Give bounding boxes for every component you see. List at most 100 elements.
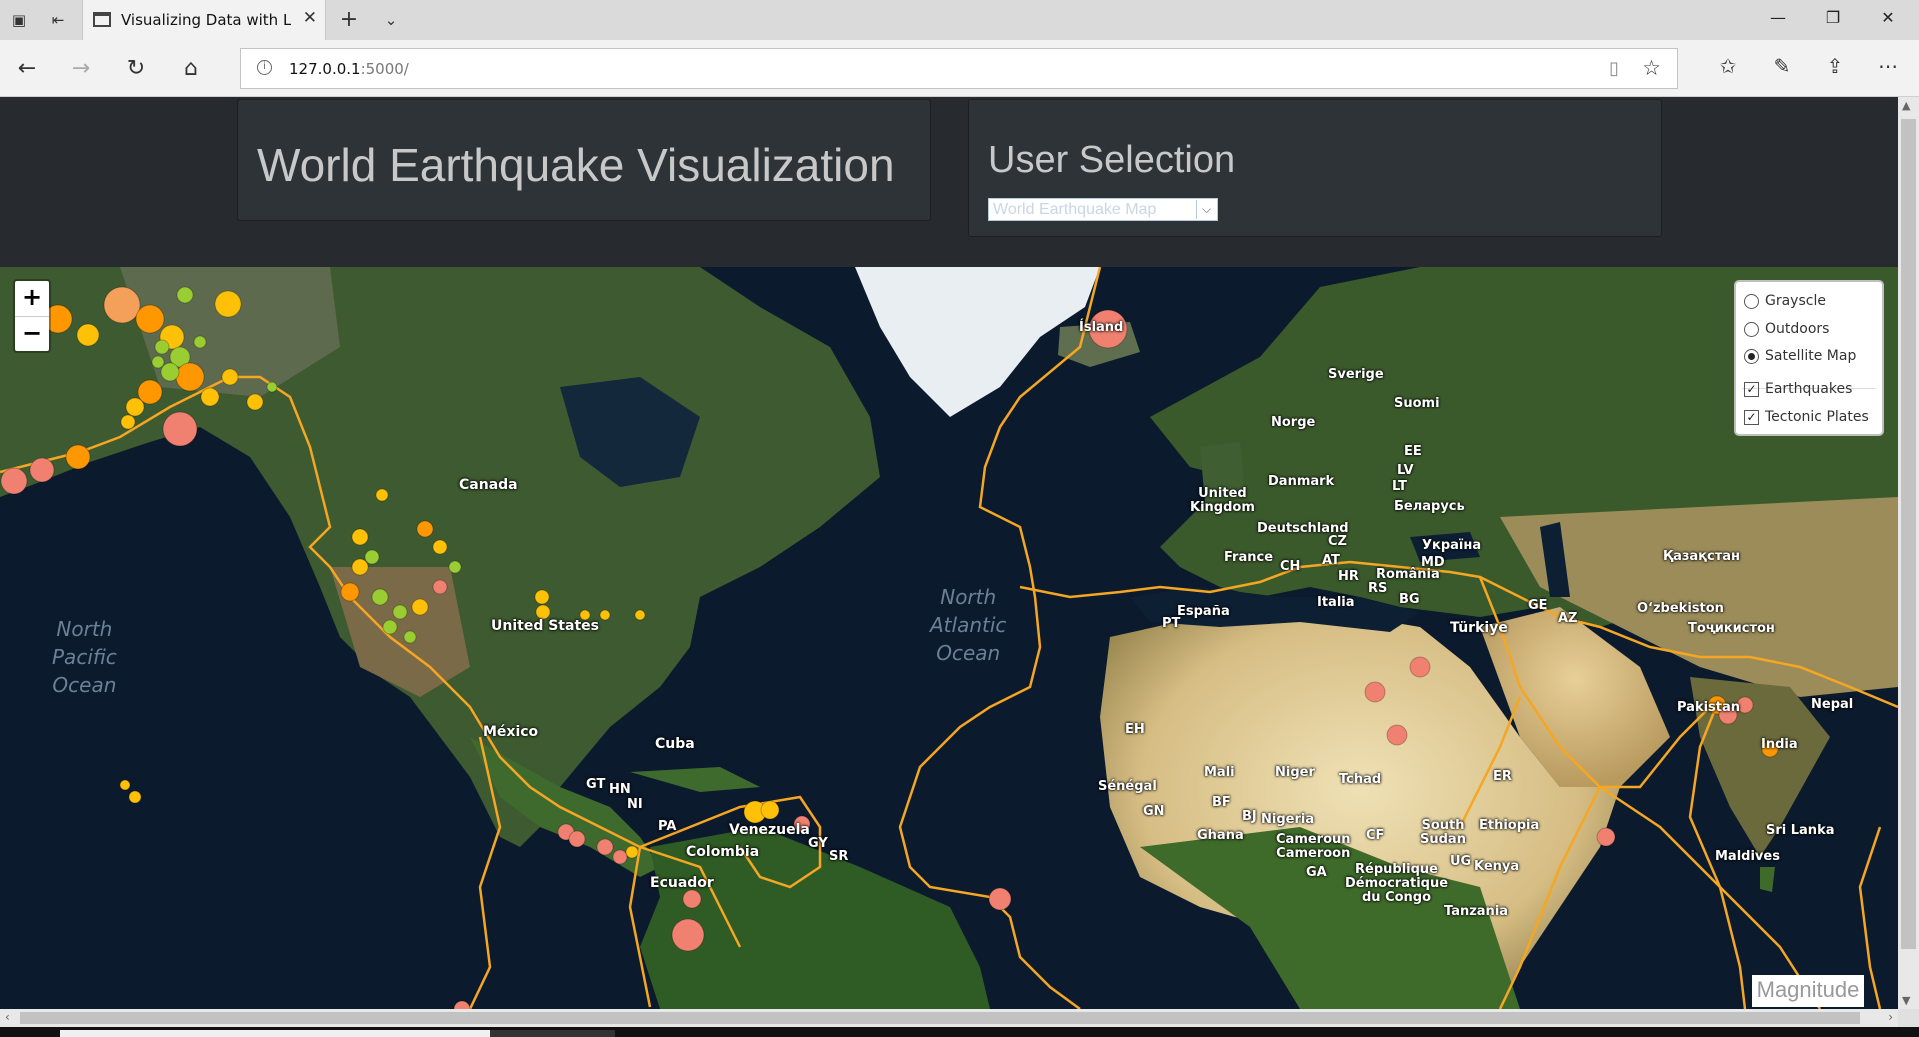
- tab-title: Visualizing Data with Le: [121, 11, 291, 29]
- refresh-icon[interactable]: ↻: [121, 54, 151, 84]
- label-sri-lanka: Sri Lanka: [1766, 823, 1835, 838]
- label-suomi: Suomi: [1394, 396, 1440, 411]
- layer-grayscale-label: Grayscle: [1765, 293, 1826, 309]
- label-venezuela: Venezuela: [729, 822, 810, 838]
- more-menu-icon[interactable]: ⋯: [1873, 54, 1903, 78]
- address-bar[interactable]: i 127.0.0.1:5000/ ▯ ☆: [240, 48, 1678, 89]
- label-tchad: Tchad: [1339, 772, 1382, 787]
- scroll-down-icon[interactable]: ▼: [1902, 994, 1910, 1007]
- restore-icon[interactable]: ❐: [1813, 8, 1853, 27]
- browser-tab-bar: ▣ ⇤ Visualizing Data with Le ✕ + ⌄ — ❐ ✕: [0, 0, 1919, 40]
- label-niger: Niger: [1275, 765, 1315, 780]
- taskbar: [0, 1027, 1919, 1037]
- label-gt: GT: [586, 777, 606, 792]
- label-nigeria: Nigeria: [1261, 812, 1315, 827]
- label-pa: PA: [658, 819, 677, 834]
- label-tojikiston: Тоҷикистон: [1688, 621, 1775, 636]
- layer-grayscale[interactable]: Grayscle: [1744, 290, 1826, 312]
- page-title: World Earthquake Visualization: [257, 139, 895, 191]
- ocean-label-north-pacific: North Pacific Ocean: [52, 617, 117, 697]
- vertical-scrollbar[interactable]: ▲ ▼: [1898, 97, 1919, 1009]
- taskbar-active-app[interactable]: [60, 1030, 490, 1037]
- label-mali: Mali: [1204, 765, 1235, 780]
- site-info-icon[interactable]: i: [257, 60, 272, 75]
- horizontal-scrollbar[interactable]: ‹ ›: [0, 1009, 1898, 1027]
- outdoors-radio[interactable]: [1744, 321, 1759, 337]
- layer-outdoors[interactable]: Outdoors: [1744, 318, 1829, 340]
- label-sverige: Sverige: [1328, 367, 1384, 382]
- map-select[interactable]: World Earthquake Map ⌵: [988, 198, 1218, 221]
- grayscale-radio[interactable]: [1744, 293, 1759, 309]
- tabs-aside-icon[interactable]: ⇤: [45, 8, 71, 32]
- earthquakes-checkbox[interactable]: ✓: [1744, 381, 1759, 397]
- overlay-tectonic-plates[interactable]: ✓ Tectonic Plates: [1744, 406, 1869, 428]
- browser-nav-bar: ← → ↻ ⌂ i 127.0.0.1:5000/ ▯ ☆ ✩ ✎ ⇪ ⋯: [0, 40, 1919, 97]
- label-belarus: Беларусь: [1394, 499, 1465, 514]
- satellite-radio[interactable]: [1744, 348, 1759, 364]
- scroll-up-icon[interactable]: ▲: [1902, 99, 1910, 112]
- layer-control: Grayscle Outdoors Satellite Map ✓ Earthq…: [1734, 280, 1884, 436]
- scroll-left-icon[interactable]: ‹: [5, 1010, 10, 1024]
- label-kenya: Kenya: [1474, 859, 1520, 874]
- label-er: ER: [1493, 769, 1512, 784]
- label-island: Ísland: [1079, 320, 1124, 335]
- zoom-in-button[interactable]: +: [15, 281, 49, 316]
- zoom-control: + −: [13, 279, 51, 353]
- label-senegal: Sénégal: [1098, 779, 1157, 794]
- close-window-icon[interactable]: ✕: [1868, 8, 1908, 27]
- tab-list-chevron-icon[interactable]: ⌄: [378, 8, 404, 32]
- label-cuba: Cuba: [655, 736, 695, 752]
- close-tab-icon[interactable]: ✕: [303, 8, 317, 28]
- new-tab-icon[interactable]: +: [336, 8, 362, 32]
- reading-view-icon[interactable]: ▯: [1609, 58, 1619, 79]
- overlay-earthquakes[interactable]: ✓ Earthquakes: [1744, 378, 1852, 400]
- label-ukraina: Україна: [1422, 538, 1482, 553]
- label-ni: NI: [627, 797, 643, 812]
- earthquake-map[interactable]: North Pacific Ocean North Atlantic Ocean…: [0, 267, 1898, 1009]
- web-note-icon[interactable]: ✎: [1767, 54, 1797, 78]
- share-icon[interactable]: ⇪: [1820, 54, 1850, 78]
- label-ecuador: Ecuador: [650, 875, 714, 891]
- label-bf: BF: [1212, 795, 1231, 810]
- tectonic-plates-checkbox[interactable]: ✓: [1744, 409, 1759, 425]
- forward-icon[interactable]: →: [66, 54, 96, 84]
- layer-outdoors-label: Outdoors: [1765, 321, 1830, 337]
- label-pakistan: Pakistan: [1677, 700, 1741, 715]
- taskbar-app[interactable]: [490, 1030, 615, 1037]
- label-norge: Norge: [1271, 415, 1316, 430]
- label-cameroun: Cameroun Cameroon: [1276, 832, 1351, 861]
- back-icon[interactable]: ←: [12, 54, 42, 84]
- scrollbar-corner: [1898, 1009, 1919, 1027]
- label-ch: CH: [1280, 559, 1301, 574]
- label-france: France: [1224, 550, 1274, 565]
- label-bj: BJ: [1242, 809, 1257, 824]
- label-pt: PT: [1162, 616, 1181, 631]
- favorites-hub-icon[interactable]: ✩: [1713, 54, 1743, 78]
- overlay-earthquakes-label: Earthquakes: [1765, 381, 1853, 397]
- label-espana: España: [1177, 604, 1230, 619]
- label-india: India: [1761, 737, 1798, 752]
- label-colombia: Colombia: [686, 844, 760, 860]
- label-mexico: México: [483, 724, 539, 740]
- horizontal-scroll-thumb[interactable]: [20, 1012, 1860, 1024]
- label-turkiye: Türkiye: [1450, 620, 1508, 636]
- home-icon[interactable]: ⌂: [176, 54, 206, 84]
- favorite-star-icon[interactable]: ☆: [1642, 56, 1661, 80]
- label-lv: LV: [1397, 463, 1414, 478]
- browser-tab[interactable]: Visualizing Data with Le ✕: [82, 0, 326, 40]
- label-united-states: United States: [491, 618, 599, 634]
- overlay-tectonic-plates-label: Tectonic Plates: [1765, 409, 1869, 425]
- scroll-right-icon[interactable]: ›: [1888, 1010, 1893, 1024]
- vertical-scroll-thumb[interactable]: [1901, 119, 1916, 949]
- map-select-value: World Earthquake Map: [993, 201, 1157, 218]
- label-ethiopia: Ethiopia: [1479, 818, 1540, 833]
- label-romania: România: [1376, 567, 1440, 582]
- label-italia: Italia: [1317, 595, 1355, 610]
- chevron-down-icon[interactable]: ⌵: [1196, 200, 1216, 219]
- layer-satellite[interactable]: Satellite Map: [1744, 345, 1856, 367]
- title-panel: World Earthquake Visualization: [237, 99, 931, 221]
- tab-manager-icon[interactable]: ▣: [6, 8, 32, 32]
- zoom-out-button[interactable]: −: [15, 316, 49, 351]
- minimize-icon[interactable]: —: [1758, 8, 1798, 27]
- page-content: World Earthquake Visualization User Sele…: [0, 97, 1898, 1009]
